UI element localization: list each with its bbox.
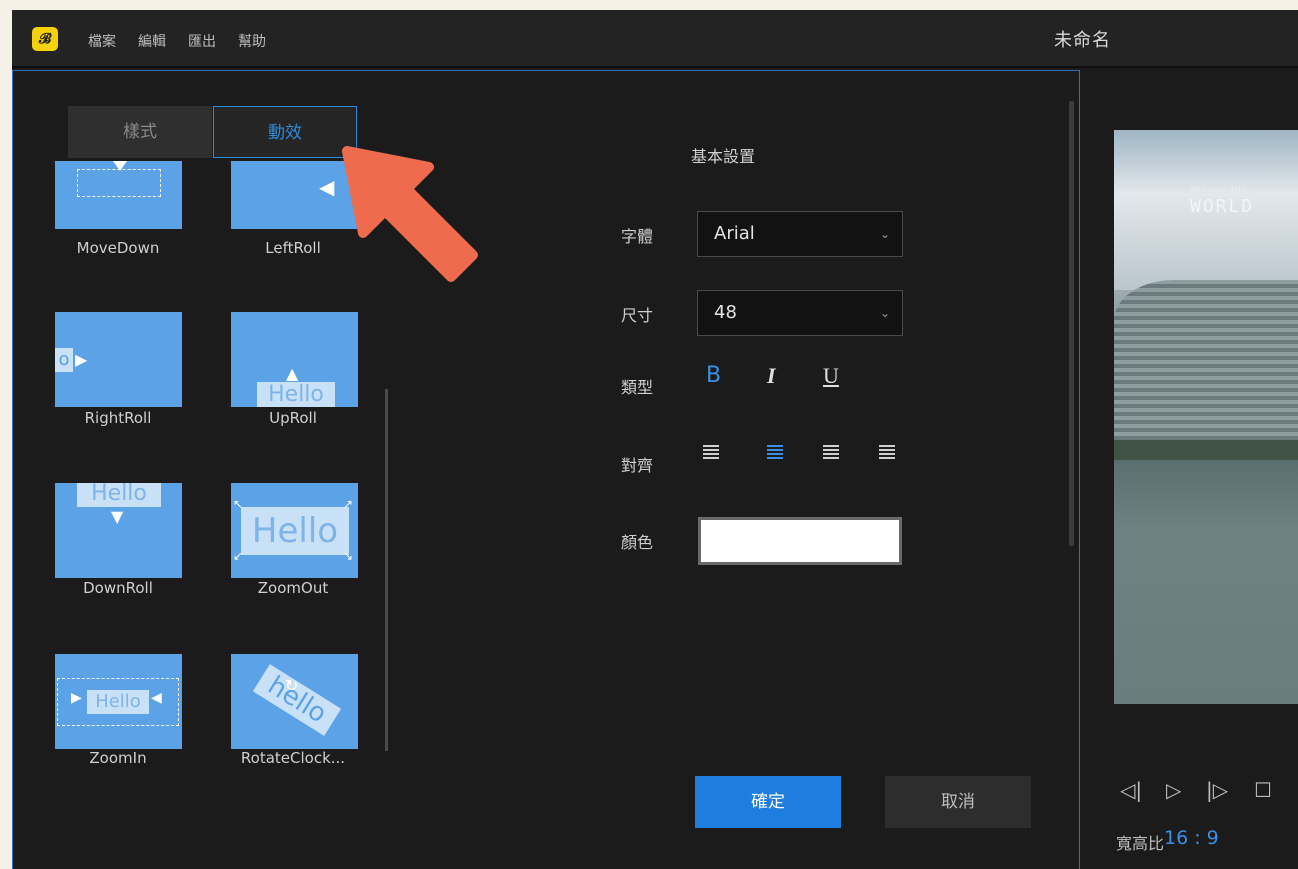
align-right-icon[interactable] xyxy=(823,445,839,461)
confirm-button[interactable]: 確定 xyxy=(695,776,841,828)
cancel-button[interactable]: 取消 xyxy=(885,776,1031,828)
prev-frame-icon[interactable]: ◁| xyxy=(1120,778,1142,802)
type-label: 類型 xyxy=(621,378,654,397)
effect-label-zoomin: ZoomIn xyxy=(89,749,147,767)
effect-label-uproll: UpRoll xyxy=(269,409,317,427)
font-select[interactable]: Arial ⌄ xyxy=(697,211,903,257)
stop-icon[interactable]: ☐ xyxy=(1254,778,1272,802)
effect-thumb-rightroll[interactable]: o ▶ xyxy=(55,312,182,407)
next-frame-icon[interactable]: |▷ xyxy=(1206,778,1228,802)
aspect-ratio-value[interactable]: 16 : 9 xyxy=(1164,827,1219,849)
rotate-arrow-icon: ↻ xyxy=(285,676,299,695)
expand-arrows-icon: ↖ xyxy=(233,497,244,511)
shrink-arrows-icon: ◀ xyxy=(151,690,162,706)
effect-label-rightroll: RightRoll xyxy=(84,409,152,427)
effect-thumb-downroll[interactable]: Hello ▼ xyxy=(55,483,182,578)
expand-arrows-icon: ↘ xyxy=(343,549,354,563)
shrink-arrows-icon: ▶ xyxy=(71,690,82,706)
color-picker[interactable] xyxy=(698,517,902,565)
preview-panel: AROUND THE WORLD ◁| ▷ |▷ ☐ 寬高比 16 : 9 xyxy=(1084,70,1298,869)
menu-export[interactable]: 匯出 xyxy=(188,31,216,51)
arrow-down-icon: ▼ xyxy=(111,507,124,526)
effect-thumb-zoomout[interactable]: Hello ↖ ↗ ↙ ↘ xyxy=(231,483,358,578)
dialog-scrollbar[interactable] xyxy=(1069,101,1074,546)
underline-button[interactable]: U xyxy=(823,363,839,389)
chevron-down-icon: ⌄ xyxy=(879,227,890,241)
arrow-right-icon: ▶ xyxy=(75,350,88,369)
overlay-title-text: WORLD xyxy=(1190,196,1255,217)
thumb-text: Hello xyxy=(87,690,149,714)
effect-thumb-movedown[interactable] xyxy=(55,161,182,229)
align-left-icon[interactable] xyxy=(703,445,719,461)
overlay-small-text: AROUND THE xyxy=(1190,186,1248,194)
play-icon[interactable]: ▷ xyxy=(1166,778,1181,802)
size-select[interactable]: 48 ⌄ xyxy=(697,290,903,336)
app-logo-icon: 𝓑 xyxy=(32,27,58,51)
effect-label-zoomout: ZoomOut xyxy=(257,579,329,597)
effects-scrollbar[interactable] xyxy=(385,389,388,751)
arrow-down-icon xyxy=(113,161,127,171)
font-value: Arial xyxy=(714,223,755,244)
effect-thumb-zoomin[interactable]: Hello ▶ ◀ xyxy=(55,654,182,749)
italic-button[interactable]: I xyxy=(767,363,776,389)
tab-style[interactable]: 樣式 xyxy=(68,106,212,158)
project-title: 未命名 xyxy=(1054,30,1111,51)
video-preview: AROUND THE WORLD xyxy=(1114,130,1298,704)
chevron-down-icon: ⌄ xyxy=(879,306,890,320)
effect-label-rotateclock: RotateClock... xyxy=(240,749,346,767)
expand-arrows-icon: ↙ xyxy=(233,549,244,563)
menu-help[interactable]: 幫助 xyxy=(238,31,266,51)
menu-edit[interactable]: 編輯 xyxy=(138,31,166,51)
section-title: 基本設置 xyxy=(691,147,756,166)
align-justify-icon[interactable] xyxy=(879,445,895,461)
effect-label-movedown: MoveDown xyxy=(76,239,160,257)
align-center-icon[interactable] xyxy=(767,445,783,461)
aspect-ratio-label: 寬高比 xyxy=(1116,834,1165,853)
menu-file[interactable]: 檔案 xyxy=(88,31,116,51)
effect-thumb-uproll[interactable]: ▲ Hello xyxy=(231,312,358,407)
bold-button[interactable]: B xyxy=(706,363,721,388)
dashed-frame-icon xyxy=(77,169,161,197)
effect-label-downroll: DownRoll xyxy=(83,579,153,597)
thumb-text: Hello xyxy=(257,382,335,407)
text-effect-dialog: MoveDown ◀ LeftRoll o ▶ RightRoll ▲ Hell… xyxy=(12,70,1080,869)
annotation-arrow-icon xyxy=(342,146,478,282)
building-image xyxy=(1114,280,1298,450)
arrow-up-icon: ▲ xyxy=(286,364,299,383)
thumb-text: Hello xyxy=(77,483,161,507)
expand-arrows-icon: ↗ xyxy=(343,497,354,511)
thumb-text: Hello xyxy=(241,507,349,555)
font-label: 字體 xyxy=(621,227,654,246)
effect-thumb-rotateclock[interactable]: hello ↻ xyxy=(231,654,358,749)
size-value: 48 xyxy=(714,302,737,323)
thumb-text: hello xyxy=(252,664,342,736)
align-label: 對齊 xyxy=(621,456,654,475)
app-window: 𝓑 檔案 編輯 匯出 幫助 未命名 MoveDown ◀ LeftRoll o … xyxy=(12,10,1298,869)
color-label: 顏色 xyxy=(621,533,654,552)
size-label: 尺寸 xyxy=(621,306,654,325)
thumb-text: o xyxy=(55,348,73,372)
menubar: 𝓑 檔案 編輯 匯出 幫助 未命名 xyxy=(12,10,1298,68)
trees-image xyxy=(1114,440,1298,460)
